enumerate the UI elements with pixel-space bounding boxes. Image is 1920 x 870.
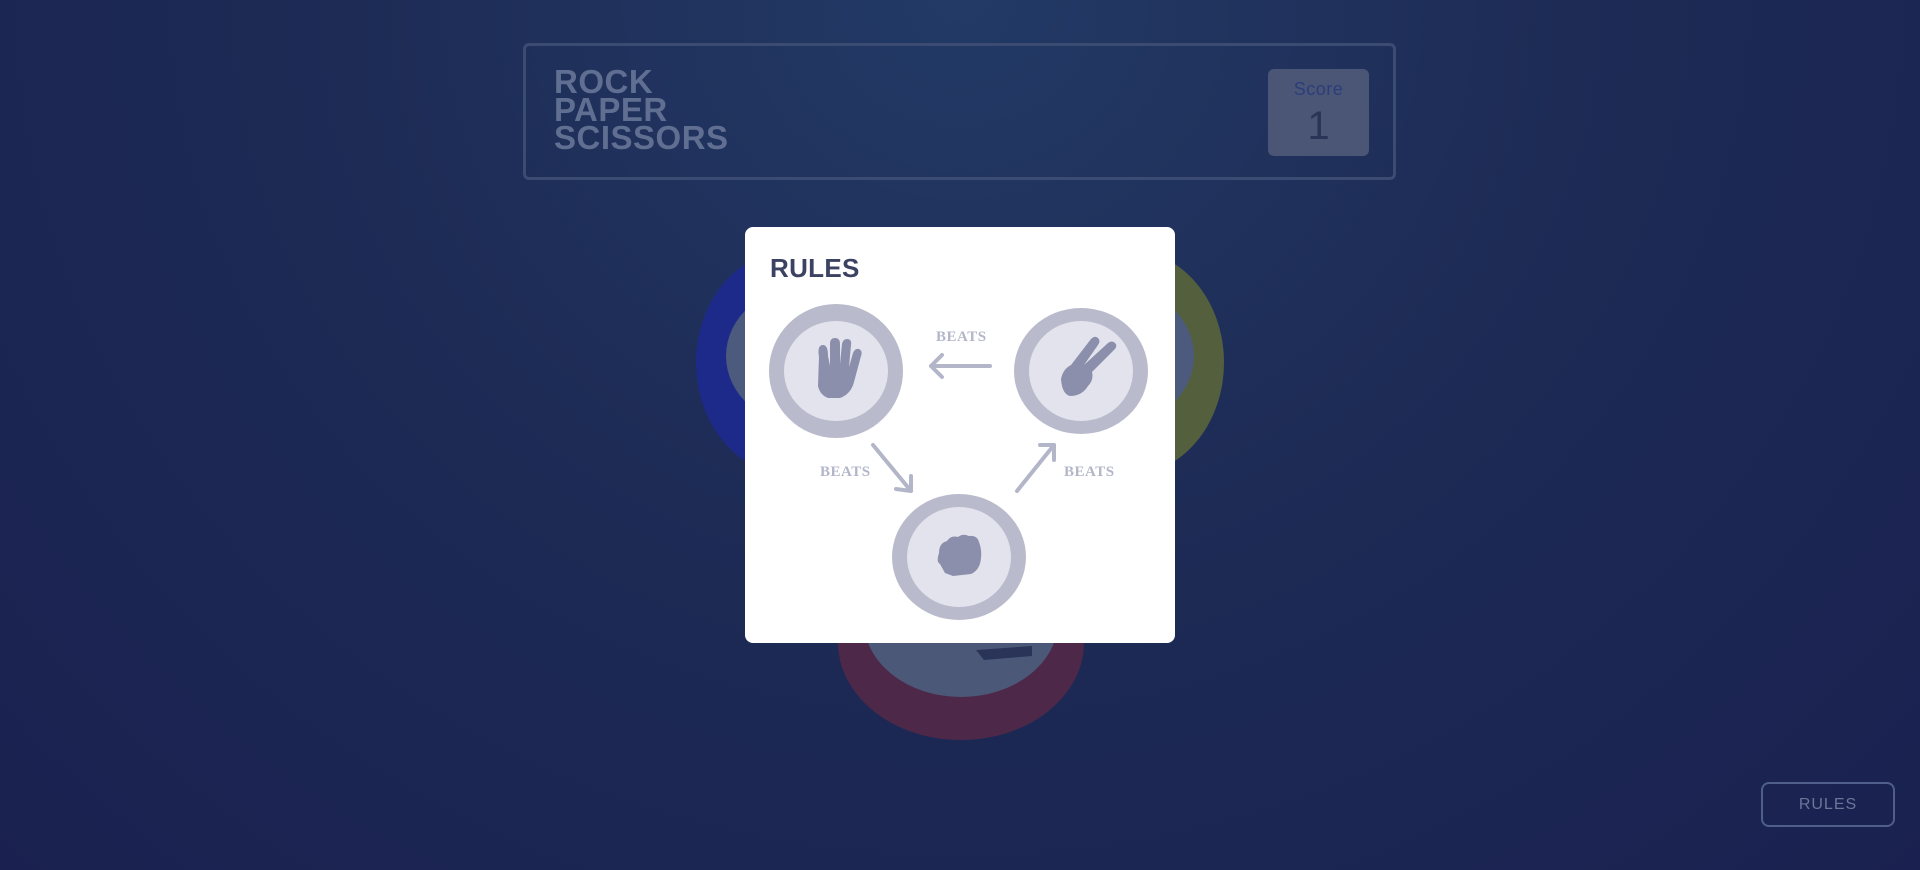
beats-label-right: BEATS bbox=[1064, 464, 1115, 480]
beats-label-left: BEATS bbox=[820, 464, 871, 480]
paper-hand-icon bbox=[769, 304, 903, 438]
arrow-scissors-to-paper-icon bbox=[929, 353, 992, 379]
arrow-rock-to-scissors-icon bbox=[1015, 443, 1056, 493]
scissors-hand-icon bbox=[1014, 308, 1148, 434]
rules-button[interactable]: RULES bbox=[1761, 782, 1895, 827]
beats-label-top: BEATS bbox=[936, 329, 987, 345]
rules-diagram bbox=[769, 304, 1148, 620]
game-screen: ROCK PAPER SCISSORS Score 1 RULES BEATS … bbox=[0, 0, 1920, 870]
arrow-paper-to-rock-icon bbox=[871, 443, 913, 493]
rock-fist-icon bbox=[892, 494, 1026, 620]
rules-modal: RULES BEATS BEATS BEATS bbox=[745, 227, 1175, 643]
